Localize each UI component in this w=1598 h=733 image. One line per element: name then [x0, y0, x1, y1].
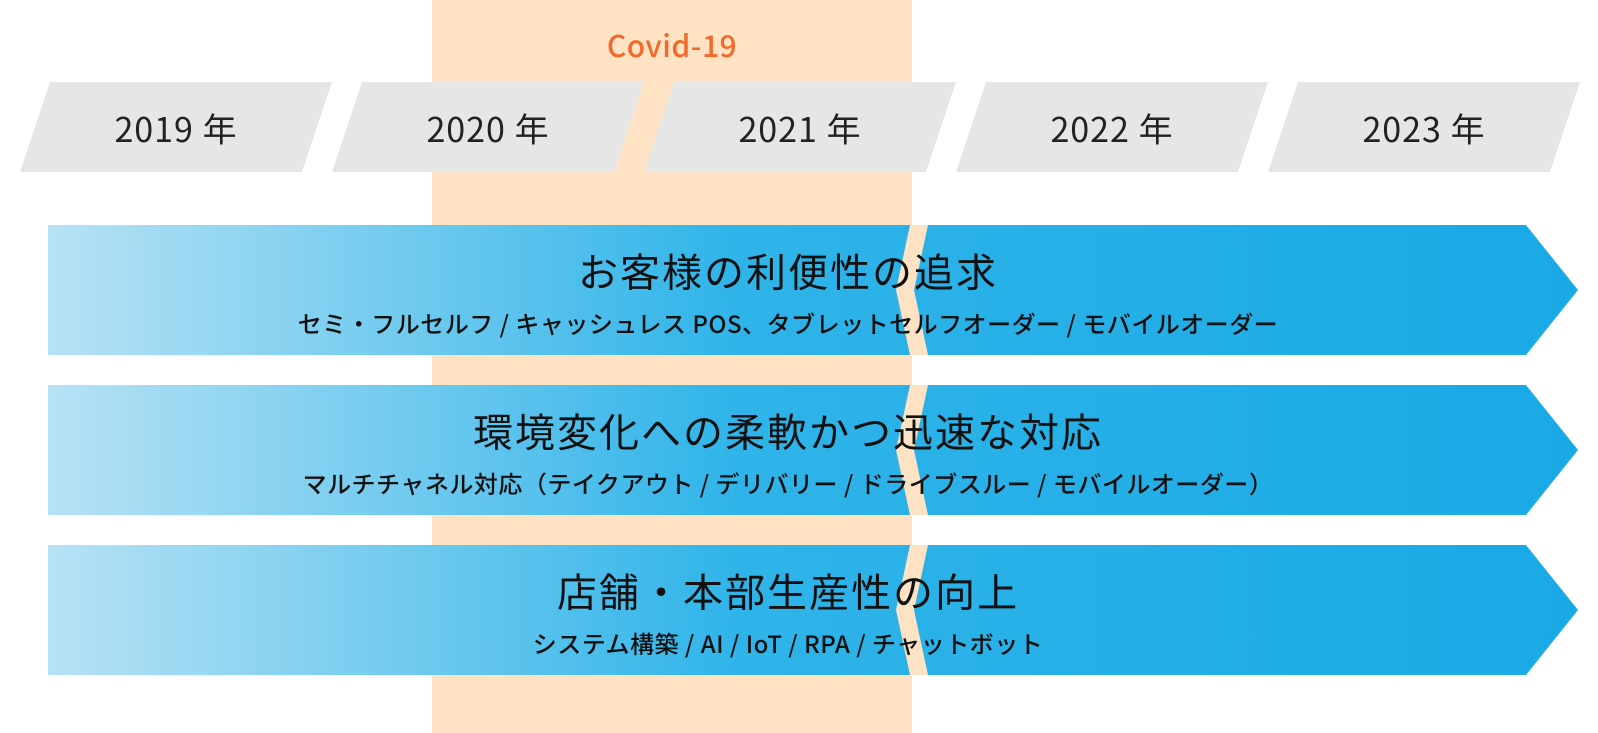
covid-label: Covid-19	[432, 22, 912, 66]
arrow-subtitle: システム構築 / AI / IoT / RPA / チャットボット	[533, 625, 1043, 660]
arrow-title: 店舗・本部生産性の向上	[557, 561, 1019, 619]
year-label: 2021 年	[644, 82, 956, 172]
roadmap-arrow-2: 環境変化への柔軟かつ迅速な対応 マルチチャネル対応（テイクアウト / デリバリー…	[48, 385, 1578, 515]
arrow-content: 店舗・本部生産性の向上 システム構築 / AI / IoT / RPA / チャ…	[48, 545, 1578, 675]
arrow-content: 環境変化への柔軟かつ迅速な対応 マルチチャネル対応（テイクアウト / デリバリー…	[48, 385, 1578, 515]
year-cell: 2022 年	[956, 82, 1268, 172]
arrow-title: 環境変化への柔軟かつ迅速な対応	[473, 401, 1103, 459]
roadmap-arrow-3: 店舗・本部生産性の向上 システム構築 / AI / IoT / RPA / チャ…	[48, 545, 1578, 675]
year-label: 2022 年	[956, 82, 1268, 172]
arrow-subtitle: マルチチャネル対応（テイクアウト / デリバリー / ドライブスルー / モバイ…	[303, 465, 1274, 500]
year-label: 2023 年	[1268, 82, 1580, 172]
year-label: 2020 年	[332, 82, 644, 172]
year-label: 2019 年	[20, 82, 332, 172]
year-cell: 2019 年	[20, 82, 332, 172]
year-cell: 2021 年	[644, 82, 956, 172]
arrow-title: お客様の利便性の追求	[578, 241, 998, 299]
arrow-content: お客様の利便性の追求 セミ・フルセルフ / キャッシュレス POS、タブレットセ…	[48, 225, 1578, 355]
timeline-years-row: 2019 年 2020 年 2021 年 2022 年	[20, 82, 1580, 172]
arrows-container: お客様の利便性の追求 セミ・フルセルフ / キャッシュレス POS、タブレットセ…	[48, 225, 1578, 705]
year-cell: 2020 年	[332, 82, 644, 172]
year-cell: 2023 年	[1268, 82, 1580, 172]
arrow-subtitle: セミ・フルセルフ / キャッシュレス POS、タブレットセルフオーダー / モバ…	[298, 305, 1278, 340]
roadmap-arrow-1: お客様の利便性の追求 セミ・フルセルフ / キャッシュレス POS、タブレットセ…	[48, 225, 1578, 355]
